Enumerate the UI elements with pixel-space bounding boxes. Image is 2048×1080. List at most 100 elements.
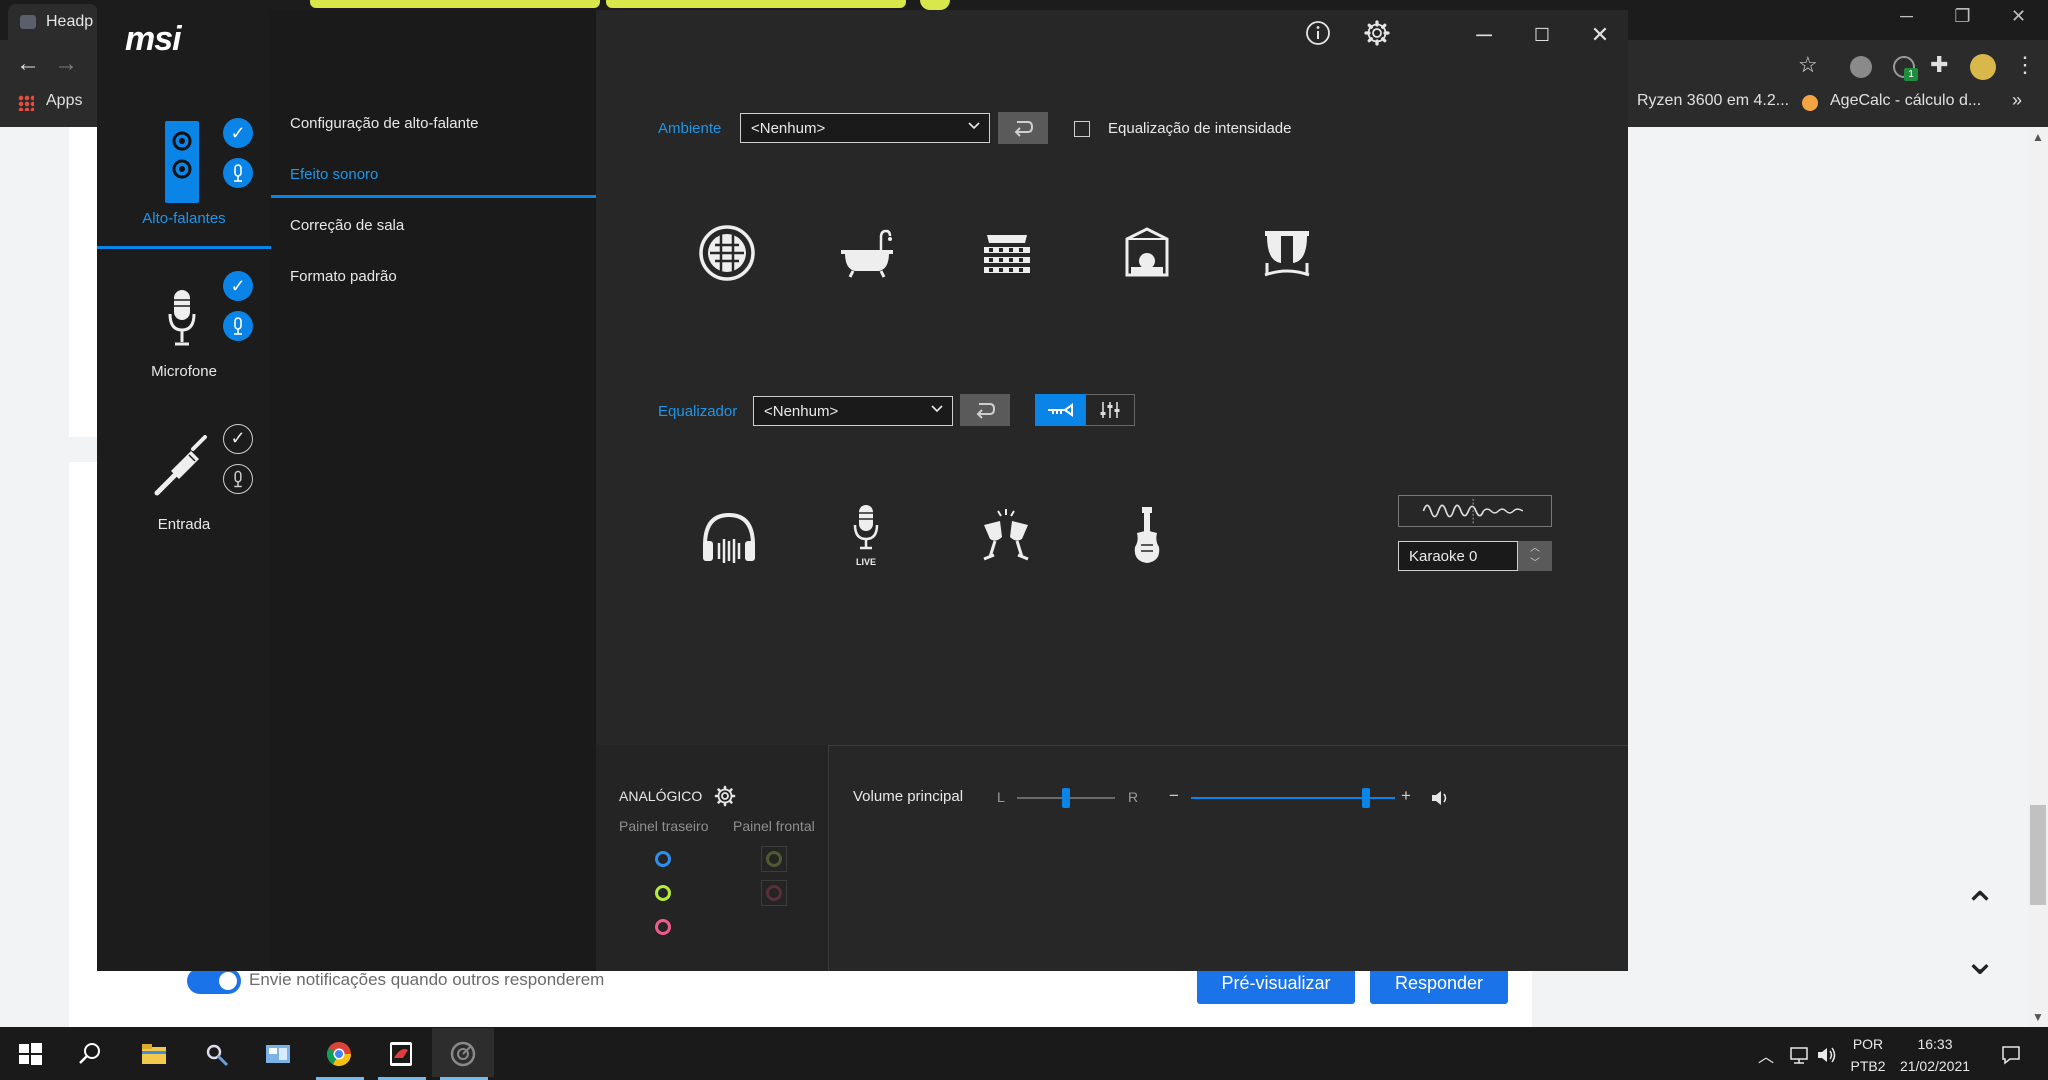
bookmark-ryzen[interactable]: Ryzen 3600 em 4.2...: [1637, 92, 1789, 110]
device-microphone-label[interactable]: Microfone: [97, 363, 271, 380]
audio-jack-icon[interactable]: [153, 435, 215, 497]
clock-date[interactable]: 21/02/2021: [1890, 1058, 1980, 1074]
headphones-icon[interactable]: [697, 505, 761, 569]
bookmark-agecalc[interactable]: AgeCalc - cálculo d...: [1830, 92, 1981, 110]
language-indicator[interactable]: POR: [1848, 1036, 1888, 1052]
scrollbar-thumb[interactable]: [2030, 805, 2046, 905]
bookmark-apps[interactable]: Apps: [46, 92, 82, 110]
browser-minimize-button[interactable]: ─: [1884, 0, 1929, 33]
tray-overflow-icon[interactable]: ︿: [1758, 1043, 1774, 1067]
electric-guitar-icon[interactable]: [1115, 505, 1179, 569]
app-minimize-button[interactable]: ─: [1469, 20, 1499, 50]
theater-stage-icon[interactable]: [1255, 221, 1319, 285]
environment-dropdown[interactable]: <Nenhum>: [740, 113, 990, 143]
balance-slider-thumb[interactable]: [1062, 788, 1070, 808]
clock-time[interactable]: 16:33: [1890, 1036, 1980, 1052]
undo-icon: [976, 403, 996, 419]
app-close-button[interactable]: ✕: [1585, 20, 1615, 50]
environment-reset-button[interactable]: [998, 112, 1048, 144]
karaoke-level-field[interactable]: Karaoke 0: [1398, 541, 1518, 571]
gear-icon[interactable]: [1362, 18, 1392, 48]
chevron-down-icon[interactable]: ⌄: [1960, 941, 2000, 981]
equalizer-reset-button[interactable]: [960, 394, 1010, 426]
volume-slider-thumb[interactable]: [1362, 788, 1370, 808]
browser-menu-icon[interactable]: ⋮: [2014, 52, 2036, 78]
menu-sound-effects[interactable]: Efeito sonoro: [290, 166, 378, 183]
mic-default-check-icon[interactable]: ✓: [223, 271, 253, 301]
adblock-extension-icon[interactable]: [1850, 56, 1872, 78]
control-panel-icon[interactable]: [264, 1040, 292, 1068]
network-icon[interactable]: [1788, 1045, 1810, 1065]
chevron-down-icon: [931, 405, 943, 413]
padded-cell-icon[interactable]: [695, 221, 759, 285]
concert-hall-icon[interactable]: [975, 221, 1039, 285]
volume-minus-icon[interactable]: −: [1169, 786, 1179, 806]
line-in-comm-mic-icon[interactable]: [223, 464, 253, 494]
extensions-puzzle-icon[interactable]: ✚: [1930, 52, 1948, 78]
search-icon[interactable]: [76, 1040, 104, 1068]
forward-arrow-icon[interactable]: →: [54, 50, 78, 78]
eq-preset-mode-button[interactable]: [1035, 394, 1085, 426]
karaoke-level-value: Karaoke 0: [1409, 548, 1478, 565]
line-in-default-check-icon[interactable]: ✓: [223, 424, 253, 454]
menu-default-format[interactable]: Formato padrão: [290, 268, 397, 285]
chevron-up-icon[interactable]: ⌃: [1960, 887, 2000, 927]
msi-logo: msi: [125, 20, 182, 58]
back-arrow-icon[interactable]: ←: [16, 50, 40, 78]
front-jack-red[interactable]: [766, 885, 782, 901]
browser-tab[interactable]: Headp: [8, 4, 98, 40]
tab-title: Headp: [46, 13, 94, 30]
room-icon[interactable]: [1115, 221, 1179, 285]
bookmark-star-icon[interactable]: ☆: [1798, 52, 1818, 78]
file-explorer-icon[interactable]: [140, 1040, 168, 1068]
msi-dragon-app-icon[interactable]: [387, 1040, 415, 1068]
loudness-label: Equalização de intensidade: [1108, 120, 1292, 137]
keyboard-layout-indicator[interactable]: PTB2: [1848, 1058, 1888, 1074]
volume-plus-icon[interactable]: +: [1401, 786, 1411, 806]
speaker-default-check-icon[interactable]: ✓: [223, 118, 253, 148]
rear-jack-pink[interactable]: [655, 919, 671, 935]
scroll-down-icon[interactable]: ▼: [2028, 1010, 2048, 1024]
menu-speaker-config[interactable]: Configuração de alto-falante: [290, 115, 478, 132]
microphone-icon[interactable]: [167, 290, 197, 348]
settings-tool-icon[interactable]: [202, 1040, 230, 1068]
scroll-up-icon[interactable]: ▲: [2028, 130, 2048, 144]
analog-gear-icon[interactable]: [714, 785, 736, 807]
live-microphone-icon[interactable]: LIVE: [834, 503, 898, 567]
apps-grid-icon[interactable]: [18, 95, 34, 111]
party-cheers-icon[interactable]: [974, 505, 1038, 569]
menu-selected-underline: [271, 195, 596, 198]
browser-close-button[interactable]: ✕: [1996, 0, 2041, 33]
browser-tab-yellow[interactable]: [606, 0, 906, 8]
device-speakers-label[interactable]: Alto-falantes: [97, 210, 271, 227]
eq-advanced-mode-button[interactable]: [1085, 394, 1135, 426]
volume-tray-icon[interactable]: [1816, 1045, 1838, 1065]
more-bookmarks-icon[interactable]: »: [2012, 90, 2022, 111]
rear-jack-blue[interactable]: [655, 851, 671, 867]
windows-start-icon[interactable]: [16, 1040, 44, 1068]
device-line-in-label[interactable]: Entrada: [97, 516, 271, 533]
speaker-comm-mic-icon[interactable]: [223, 158, 253, 188]
profile-avatar[interactable]: [1970, 54, 1996, 80]
notify-toggle[interactable]: [187, 968, 241, 994]
app-maximize-button[interactable]: ☐: [1527, 20, 1557, 50]
info-icon[interactable]: [1303, 18, 1333, 48]
live-label: LIVE: [856, 557, 876, 567]
browser-tab-yellow[interactable]: [310, 0, 600, 8]
mic-comm-mic-icon[interactable]: [223, 311, 253, 341]
karaoke-down-button[interactable]: ﹀: [1518, 556, 1552, 571]
chrome-icon[interactable]: [325, 1040, 353, 1068]
equalizer-dropdown[interactable]: <Nenhum>: [753, 396, 953, 426]
rear-jack-green[interactable]: [655, 885, 671, 901]
menu-room-correction[interactable]: Correção de sala: [290, 217, 404, 234]
notifications-icon[interactable]: [2000, 1044, 2022, 1066]
speaker-volume-icon[interactable]: [1430, 789, 1450, 807]
front-jack-green[interactable]: [766, 851, 782, 867]
speaker-icon[interactable]: [165, 121, 199, 203]
equalizer-value: <Nenhum>: [764, 403, 839, 420]
balance-left-label: L: [997, 789, 1005, 805]
bathtub-icon[interactable]: [835, 221, 899, 285]
browser-restore-button[interactable]: ❐: [1940, 0, 1985, 33]
loudness-checkbox[interactable]: [1074, 121, 1090, 137]
karaoke-up-button[interactable]: ︿: [1518, 541, 1552, 556]
